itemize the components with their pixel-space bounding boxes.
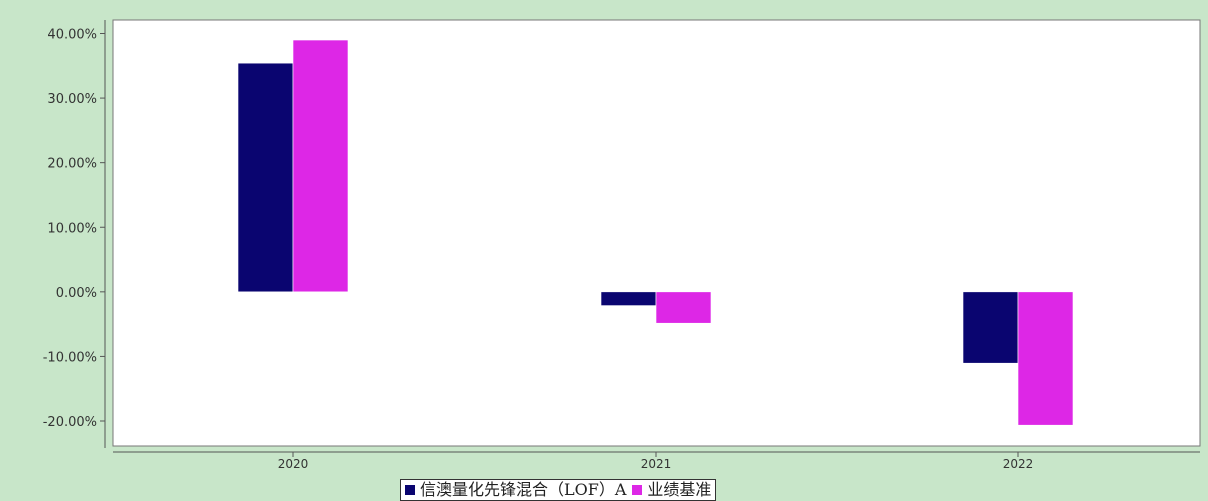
legend-item-fund: 信澳量化先锋混合（LOF）A [405,480,626,500]
y-tick-label: -20.00% [43,415,97,430]
y-tick-label: 20.00% [47,157,97,172]
bar-benchmark-2022 [1017,291,1074,426]
bar-chart: 40.00% 30.00% 20.00% 10.00% 0.00% -10.00% -20.… [43,19,1201,471]
x-tick-label: 2021 [641,457,672,471]
x-tick-label: 2020 [278,457,309,471]
legend-label-fund: 信澳量化先锋混合（LOF）A [420,480,627,499]
bar-benchmark-2020 [292,39,349,293]
legend-label-benchmark: 业绩基准 [647,480,712,499]
x-axis: 2020 2021 2022 [113,451,1200,471]
bar-fund-2021 [600,291,657,306]
y-axis: 40.00% 30.00% 20.00% 10.00% 0.00% -10.00% -20.… [43,20,106,448]
y-tick-label: 40.00% [47,28,97,43]
y-tick-label: 10.00% [47,221,97,236]
bar-fund-2020 [237,62,294,293]
y-tick-label: -10.00% [43,350,97,365]
x-tick-label: 2022 [1003,457,1034,471]
bar-fund-2022 [962,291,1019,364]
legend-item-benchmark: 业绩基准 [632,480,711,500]
legend: 信澳量化先锋混合（LOF）A 业绩基准 [400,479,717,501]
y-tick-label: 0.00% [56,286,97,301]
legend-swatch-fund [405,485,415,495]
bar-benchmark-2021 [655,291,712,324]
y-tick-label: 30.00% [47,92,97,107]
legend-swatch-benchmark [632,485,643,495]
